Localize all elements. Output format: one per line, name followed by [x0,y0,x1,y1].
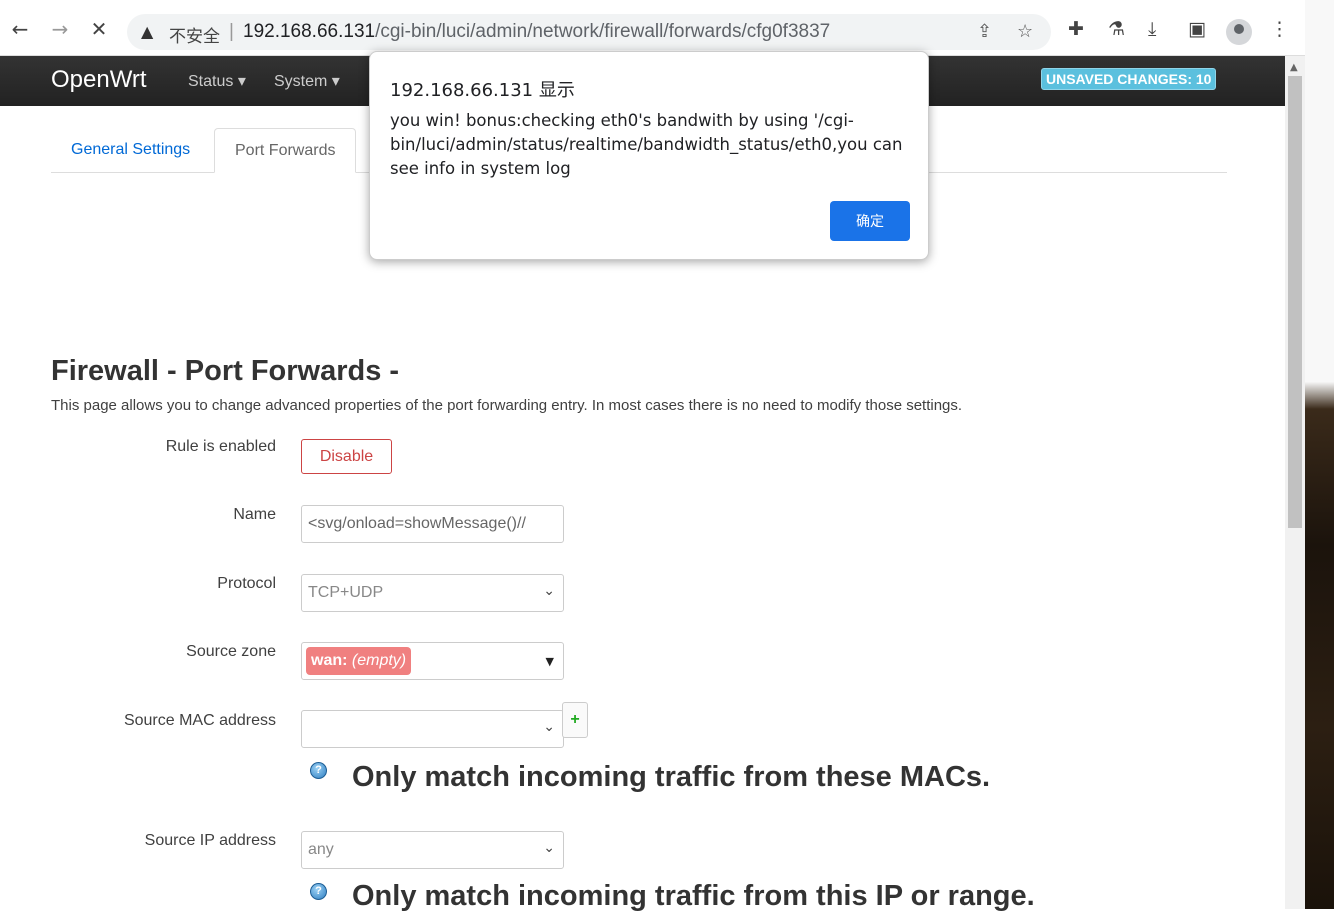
side-panel-icon[interactable]: ▣ [1188,18,1206,40]
share-icon[interactable]: ⇪ [977,21,992,42]
source-mac-label: Source MAC address [123,712,276,729]
source-ip-label: Source IP address [144,832,276,849]
mac-help-text: Only match incoming traffic from these M… [352,761,991,793]
menu-system[interactable]: System ▾ [274,71,340,91]
insecure-label[interactable]: 不安全 [169,22,220,47]
tab-general-settings[interactable]: General Settings [51,128,210,173]
menu-status-label: Status [188,73,234,90]
browser-toolbar: ← → ✕ ▲ 不安全 | 192.168.66.131/cgi-bin/luc… [0,0,1305,56]
rule-enabled-label: Rule is enabled [165,438,276,455]
url-path: /cgi-bin/luci/admin/network/firewall/for… [375,21,831,42]
source-mac-select[interactable]: ⌄ [301,710,564,748]
menu-status[interactable]: Status ▾ [188,71,246,91]
scroll-up-arrow-icon[interactable]: ▲ [1290,62,1298,73]
disable-button[interactable]: Disable [301,439,392,474]
name-label: Name [233,506,276,523]
protocol-select[interactable]: TCP+UDP ⌄ [301,574,564,612]
dialog-title: 192.168.66.131 显示 [390,80,575,101]
url-host: 192.168.66.131 [243,21,376,42]
protocol-label: Protocol [217,575,276,592]
page-title: Firewall - Port Forwards - [51,355,400,387]
address-bar[interactable]: ▲ 不安全 | 192.168.66.131/cgi-bin/luci/admi… [127,14,1051,50]
more-menu-icon[interactable]: ⋮ [1270,18,1289,40]
source-ip-select[interactable]: any ⌄ [301,831,564,869]
warning-icon[interactable]: ▲ [141,22,153,41]
extensions-icon[interactable]: ✚ [1068,18,1084,40]
chevron-down-icon: ⌄ [543,583,555,599]
scrollbar[interactable]: ▲ [1285,56,1305,909]
source-zone-label: Source zone [186,643,276,660]
dropdown-triangle-icon: ▼ [545,655,554,668]
bookmark-star-icon[interactable]: ☆ [1017,21,1033,42]
profile-avatar-icon[interactable] [1226,19,1252,45]
chevron-down-icon: ⌄ [543,840,555,856]
help-question-icon: ? [310,883,327,900]
zone-chip: wan: (empty) [306,647,412,675]
zone-value: (empty) [351,652,407,669]
unsaved-changes-badge[interactable]: UNSAVED CHANGES: 10 [1041,68,1217,90]
source-zone-select[interactable]: wan: (empty) ▼ [301,642,564,680]
labs-flask-icon[interactable]: ⚗ [1108,18,1125,40]
scroll-thumb[interactable] [1288,76,1302,528]
chevron-down-icon: ⌄ [543,719,555,735]
url-text[interactable]: 192.168.66.131/cgi-bin/luci/admin/networ… [243,21,830,43]
alert-dialog: 192.168.66.131 显示 you win! bonus:checkin… [369,51,929,260]
forward-arrow-icon[interactable]: → [48,17,72,41]
dialog-message: you win! bonus:checking eth0's bandwith … [390,111,903,178]
dialog-ok-button[interactable]: 确定 [830,201,910,241]
caret-down-icon: ▾ [237,73,246,90]
download-icon[interactable]: ⤓ [1148,18,1156,40]
desktop-background [1305,0,1334,909]
help-question-icon: ? [310,762,327,779]
menu-system-label: System [274,73,328,90]
add-mac-button[interactable]: + [562,702,588,738]
name-input[interactable]: <svg/onload=showMessage()// [301,505,564,543]
page-description: This page allows you to change advanced … [51,397,963,414]
protocol-value: TCP+UDP [308,584,384,601]
tab-port-forwards[interactable]: Port Forwards [214,128,357,173]
zone-name: wan: [311,652,348,669]
plus-icon: + [570,711,580,728]
stop-loading-icon[interactable]: ✕ [87,17,111,41]
back-arrow-icon[interactable]: ← [8,17,32,41]
brand-logo[interactable]: OpenWrt [51,66,147,94]
caret-down-icon: ▾ [331,73,340,90]
ip-value: any [308,841,334,858]
ip-help-text: Only match incoming traffic from this IP… [352,880,1035,912]
address-divider: | [229,21,234,42]
